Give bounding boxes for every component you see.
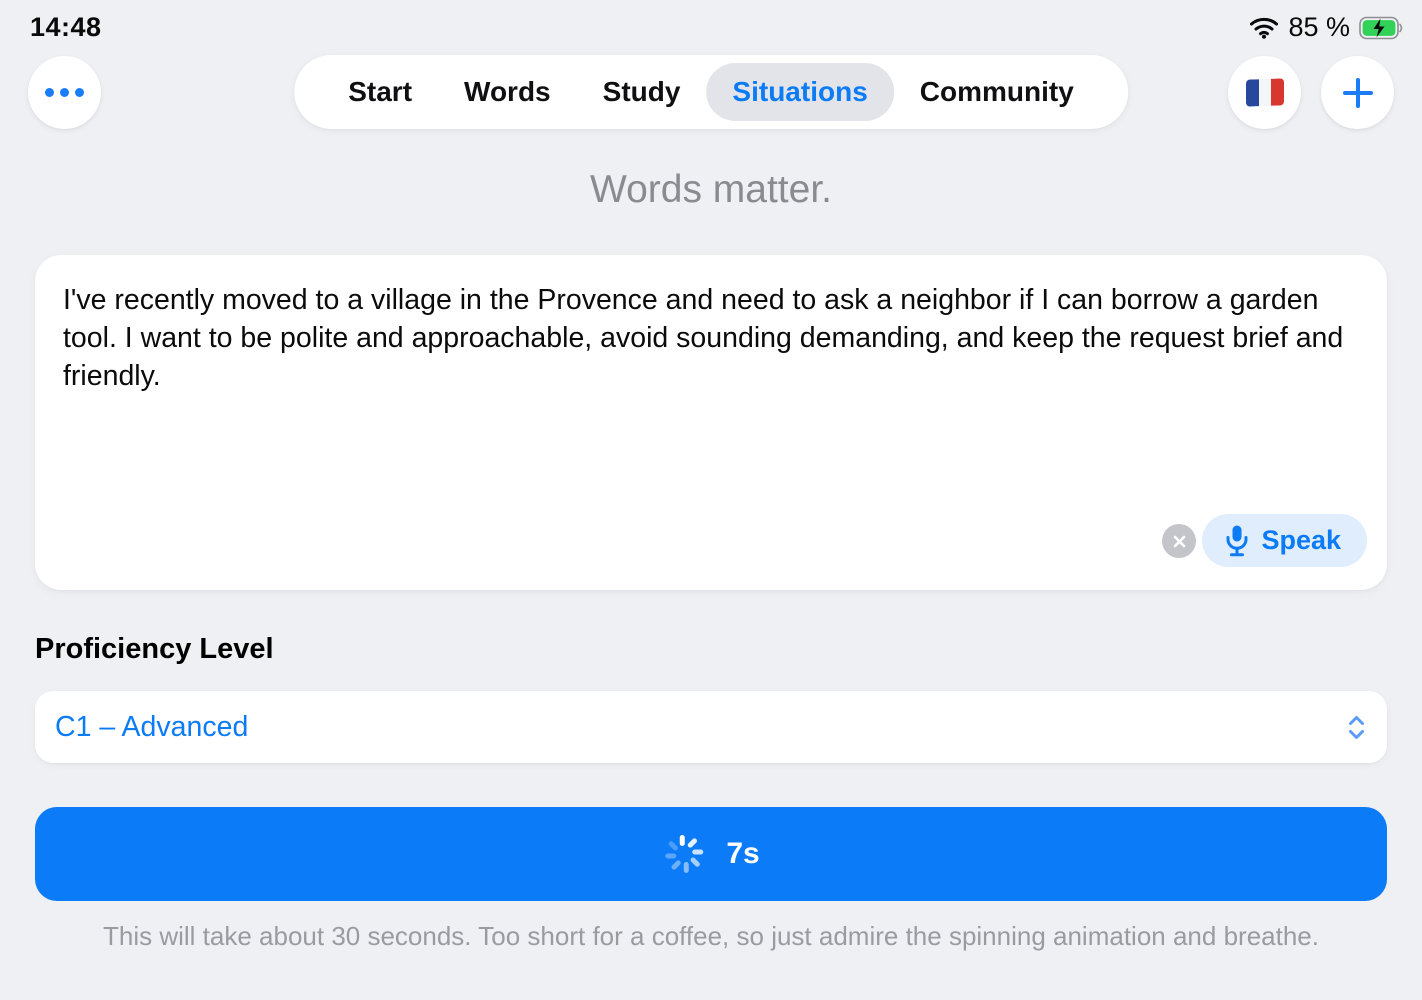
clear-input-button[interactable]: [1162, 524, 1196, 558]
wifi-icon: [1249, 16, 1279, 39]
footer-hint: This will take about 30 seconds. Too sho…: [0, 921, 1422, 952]
speak-button[interactable]: Speak: [1202, 514, 1367, 567]
status-time: 14:48: [30, 12, 102, 43]
chevron-up-down-icon: [1346, 713, 1367, 742]
plus-icon: [1340, 75, 1376, 111]
generate-button[interactable]: 7s: [35, 807, 1387, 901]
main-tabbar: Start Words Study Situations Community: [294, 55, 1128, 129]
proficiency-selected-value: C1 – Advanced: [55, 711, 248, 744]
close-icon: [1172, 534, 1187, 549]
speak-button-label: Speak: [1261, 525, 1341, 556]
tab-words[interactable]: Words: [438, 63, 577, 121]
situation-card: I've recently moved to a village in the …: [35, 255, 1387, 590]
tab-start[interactable]: Start: [322, 63, 438, 121]
countdown-label: 7s: [726, 837, 759, 871]
page-title: Words matter.: [0, 168, 1422, 212]
more-button[interactable]: [28, 56, 101, 129]
proficiency-label: Proficiency Level: [35, 633, 274, 666]
battery-charging-icon: [1359, 16, 1404, 40]
proficiency-select[interactable]: C1 – Advanced: [35, 691, 1387, 763]
french-flag-icon: [1246, 78, 1284, 106]
tab-community[interactable]: Community: [894, 63, 1100, 121]
tab-study[interactable]: Study: [577, 63, 707, 121]
language-flag-button[interactable]: [1228, 56, 1301, 129]
status-indicators: 85 %: [1249, 12, 1404, 43]
battery-percent: 85 %: [1288, 12, 1350, 43]
microphone-icon: [1224, 524, 1250, 557]
tab-situations[interactable]: Situations: [706, 63, 893, 121]
spinner-icon: [662, 834, 702, 874]
app-screen: 14:48 85 % Start Words Study Sit: [0, 0, 1422, 1000]
ellipsis-icon: [45, 88, 84, 97]
add-button[interactable]: [1321, 56, 1394, 129]
